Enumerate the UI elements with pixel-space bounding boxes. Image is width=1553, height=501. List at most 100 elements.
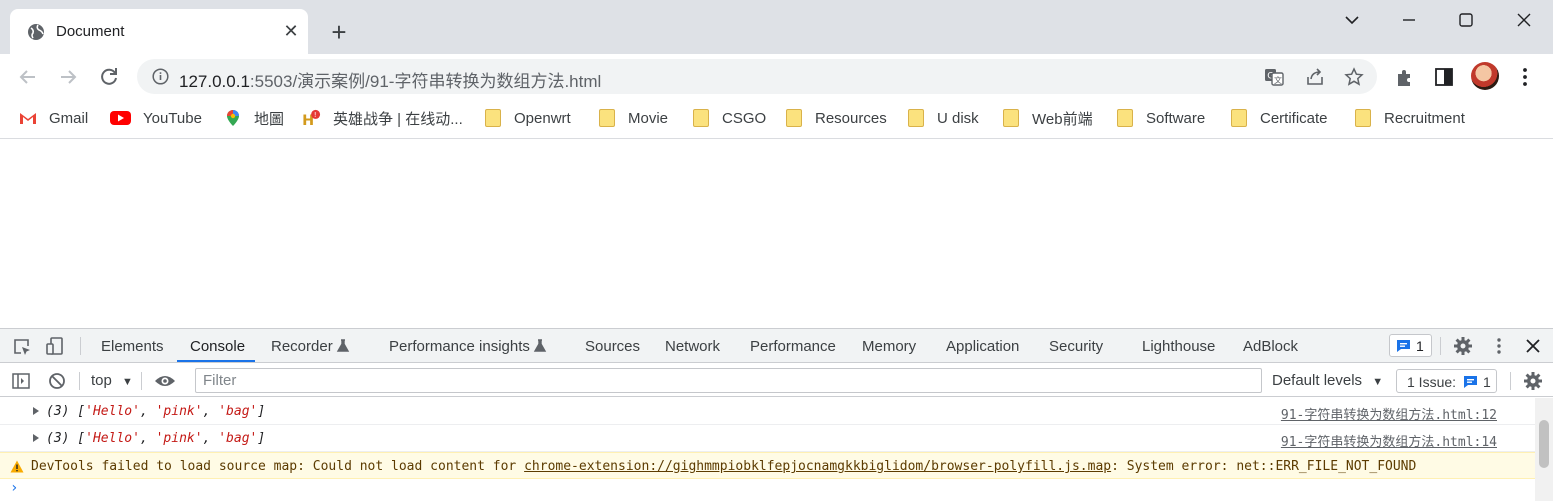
reload-icon[interactable]: [96, 64, 122, 90]
live-expression-eye-icon[interactable]: [154, 371, 176, 391]
bookmark-label: 地圖: [254, 110, 285, 128]
log-levels-value: Default levels: [1272, 372, 1363, 389]
separator: [79, 372, 80, 390]
separator: [141, 372, 142, 390]
separator: [1440, 337, 1441, 355]
source-link[interactable]: 91-字符串转换为数组方法.html:12: [1281, 404, 1497, 423]
tab-adblock[interactable]: AdBlock: [1243, 338, 1298, 355]
folder-icon: [786, 109, 802, 127]
bookmark-maps[interactable]: 地圖: [224, 108, 284, 128]
console-log-row[interactable]: (3) ['Hello', 'pink', 'bag'] 91-字符串转换为数组…: [0, 398, 1535, 425]
expand-arrow-icon[interactable]: [33, 434, 39, 442]
context-selector[interactable]: top ▼: [91, 372, 133, 389]
back-icon[interactable]: [15, 64, 41, 90]
dropdown-arrow-icon: ▼: [1372, 376, 1384, 388]
tab-elements[interactable]: Elements: [101, 338, 164, 355]
browser-tab[interactable]: Document ✕: [10, 9, 308, 54]
tab-lighthouse[interactable]: Lighthouse: [1142, 338, 1215, 355]
issues-label: 1 Issue:: [1407, 374, 1457, 390]
bookmark-label: Certificate: [1260, 109, 1328, 127]
folder-icon: [693, 109, 709, 127]
url-path: :5503/演示案例/91-字符串转换为数组方法.html: [249, 72, 602, 91]
filter-input[interactable]: Filter: [195, 368, 1262, 393]
tab-network[interactable]: Network: [665, 338, 720, 355]
expand-arrow-icon[interactable]: [33, 407, 39, 415]
console-prompt[interactable]: ›: [10, 480, 18, 496]
issues-count: 1: [1483, 374, 1491, 390]
tab-search-icon[interactable]: [1338, 8, 1366, 34]
clear-console-icon[interactable]: [47, 371, 67, 391]
more-options-icon[interactable]: [1514, 66, 1536, 88]
close-window-icon[interactable]: [1510, 8, 1538, 34]
bookmark-folder-movie[interactable]: Movie: [599, 108, 668, 128]
log-message: (3) ['Hello', 'pink', 'bag']: [46, 404, 266, 419]
tab-strip: Document ✕ +: [0, 0, 1553, 54]
issues-button[interactable]: 1 Issue: 1: [1396, 369, 1497, 393]
bookmark-folder-recruitment[interactable]: Recruitment: [1355, 108, 1465, 128]
address-bar[interactable]: 127.0.0.1:5503/演示案例/91-字符串转换为数组方法.html G…: [137, 59, 1377, 94]
bookmark-folder-resources[interactable]: Resources: [786, 108, 887, 128]
devtools-panel: Elements Console Recorder Performance in…: [0, 328, 1553, 501]
forward-icon[interactable]: [55, 64, 81, 90]
tab-title: Document: [56, 23, 125, 40]
experiment-flask-icon: [533, 339, 547, 352]
console-sidebar-icon[interactable]: [11, 371, 31, 391]
close-devtools-icon[interactable]: [1523, 336, 1543, 356]
tab-performance-insights[interactable]: Performance insights: [389, 338, 530, 355]
side-panel-icon[interactable]: [1433, 66, 1455, 88]
settings-gear-icon[interactable]: [1453, 336, 1473, 356]
tab-memory[interactable]: Memory: [862, 338, 916, 355]
scrollbar-thumb[interactable]: [1539, 420, 1549, 468]
svg-text:文: 文: [1274, 75, 1282, 85]
bookmark-folder-web[interactable]: Web前端: [1003, 108, 1093, 128]
bookmark-gmail[interactable]: Gmail: [19, 108, 88, 128]
customize-devtools-icon[interactable]: [1489, 336, 1509, 356]
new-tab-button[interactable]: +: [325, 18, 353, 46]
bookmark-label: Software: [1146, 109, 1206, 127]
tab-application[interactable]: Application: [946, 338, 1019, 355]
bookmark-label: U disk: [937, 109, 979, 127]
profile-avatar[interactable]: [1471, 62, 1499, 90]
tab-recorder[interactable]: Recorder: [271, 338, 333, 355]
close-tab-icon[interactable]: ✕: [282, 22, 300, 40]
bookmark-youtube[interactable]: YouTube: [110, 108, 202, 128]
log-levels-dropdown[interactable]: Default levels ▼: [1272, 372, 1383, 389]
console-messages-badge[interactable]: 1: [1389, 334, 1432, 357]
svg-text:!: !: [314, 110, 317, 119]
bookmark-star-icon[interactable]: [1344, 67, 1364, 87]
globe-icon: [28, 24, 44, 40]
extensions-icon[interactable]: [1394, 66, 1416, 88]
tab-console[interactable]: Console: [190, 338, 245, 355]
tab-performance[interactable]: Performance: [750, 338, 836, 355]
console-settings-gear-icon[interactable]: [1523, 371, 1543, 391]
page-viewport: [0, 140, 1553, 328]
site-info-icon[interactable]: [152, 68, 169, 85]
console-scrollbar[interactable]: [1535, 398, 1553, 501]
bookmark-folder-software[interactable]: Software: [1117, 108, 1205, 128]
url-text[interactable]: 127.0.0.1:5503/演示案例/91-字符串转换为数组方法.html: [179, 67, 601, 92]
warning-icon: [10, 460, 24, 473]
message-count: 1: [1416, 338, 1424, 354]
device-toolbar-icon[interactable]: [45, 336, 65, 356]
bookmark-folder-udisk[interactable]: U disk: [908, 108, 979, 128]
bookmark-label: Gmail: [49, 109, 89, 127]
folder-icon: [908, 109, 924, 127]
bookmark-label: YouTube: [143, 109, 202, 127]
tab-security[interactable]: Security: [1049, 338, 1103, 355]
inspect-element-icon[interactable]: [12, 337, 32, 357]
source-map-link[interactable]: chrome-extension://gighmmpiobklfepjocnam…: [524, 459, 1111, 474]
share-icon[interactable]: [1305, 67, 1325, 87]
bookmark-folder-csgo[interactable]: CSGO: [693, 108, 766, 128]
maximize-icon[interactable]: [1452, 8, 1480, 34]
minimize-icon[interactable]: [1395, 8, 1423, 34]
folder-icon: [1355, 109, 1371, 127]
console-log-row[interactable]: (3) ['Hello', 'pink', 'bag'] 91-字符串转换为数组…: [0, 425, 1535, 452]
browser-toolbar: 127.0.0.1:5503/演示案例/91-字符串转换为数组方法.html G…: [0, 54, 1553, 99]
tab-sources[interactable]: Sources: [585, 338, 640, 355]
source-link[interactable]: 91-字符串转换为数组方法.html:14: [1281, 431, 1497, 450]
bookmark-game[interactable]: H ! 英雄战争 | 在线动...: [301, 108, 463, 128]
translate-icon[interactable]: G 文: [1264, 67, 1284, 87]
bookmark-folder-openwrt[interactable]: Openwrt: [485, 108, 571, 128]
bookmark-folder-certificate[interactable]: Certificate: [1231, 108, 1328, 128]
separator: [1510, 372, 1511, 390]
